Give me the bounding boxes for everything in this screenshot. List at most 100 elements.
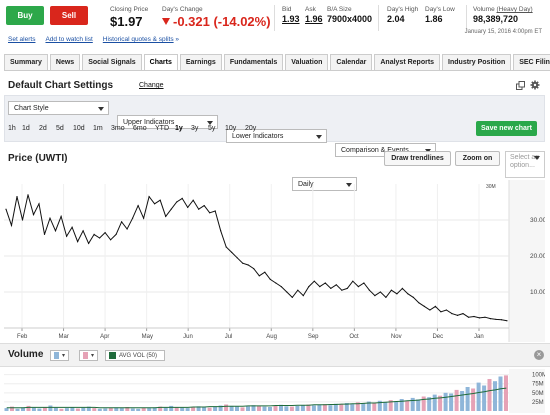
price-point (374, 295, 376, 297)
tab-valuation[interactable]: Valuation (285, 54, 329, 71)
volume-bar (410, 397, 415, 411)
price-point (209, 212, 211, 214)
zoom-on-button[interactable]: Zoom on (455, 151, 500, 166)
range-5d[interactable]: 5d (56, 125, 73, 132)
tab-sec-filings[interactable]: SEC Filings (513, 54, 550, 71)
x-tick-label: Apr (100, 334, 109, 340)
x-tick-label: Mar (59, 334, 69, 340)
price-point (88, 242, 90, 244)
range-10d[interactable]: 10d (73, 125, 93, 132)
price-point (418, 302, 420, 304)
tab-calendar[interactable]: Calendar (330, 54, 373, 71)
range-1y[interactable]: 1y (175, 125, 191, 132)
price-point (456, 314, 459, 316)
volume-bar (405, 400, 410, 411)
bid-value[interactable]: 1.93 (282, 14, 300, 24)
change-settings-link[interactable]: Change (139, 82, 164, 89)
volume-bar (504, 375, 508, 411)
price-point (220, 230, 222, 232)
historical-quotes-link[interactable]: Historical quotes & splits » (103, 36, 179, 43)
buy-button[interactable]: Buy (6, 6, 44, 25)
range-5y[interactable]: 5y (208, 125, 225, 132)
chevron-down-icon (98, 107, 104, 111)
chart-settings-title: Default Chart Settings (8, 80, 114, 91)
tab-social-signals[interactable]: Social Signals (82, 54, 142, 71)
volume-up-legend[interactable]: ▾ (50, 350, 69, 361)
ask-value[interactable]: 1.96 (305, 14, 323, 24)
x-tick-label: Nov (391, 334, 402, 340)
price-point (247, 264, 249, 266)
price-point (214, 210, 216, 212)
x-tick-label: Sep (308, 334, 319, 340)
tab-industry-position[interactable]: Industry Position (442, 54, 512, 71)
add-to-watchlist-link[interactable]: Add to watch list (45, 36, 92, 43)
price-point (280, 286, 282, 288)
volume-panel-title: Volume (8, 349, 44, 360)
tab-earnings[interactable]: Earnings (179, 54, 222, 71)
volume-bar (185, 408, 190, 411)
range-20y[interactable]: 20y (245, 125, 265, 132)
volume-bar (246, 406, 250, 411)
range-3y[interactable]: 3y (191, 125, 208, 132)
range-10y[interactable]: 10y (225, 125, 245, 132)
range-ytd[interactable]: YTD (155, 125, 175, 132)
avg-volume-label: AVG VOL (50) (119, 352, 158, 359)
x-tick-label: Dec (432, 334, 443, 340)
popout-icon[interactable] (516, 81, 525, 90)
price-chart[interactable]: 10.00 20.00 30.00 30M Feb Mar Apr May Jun Jul Aug S… (4, 180, 545, 342)
volume-bar (498, 376, 503, 411)
sell-button[interactable]: Sell (50, 6, 88, 25)
ba-size-value: 7900x4000 (327, 14, 373, 24)
price-point (489, 318, 492, 320)
tab-summary[interactable]: Summary (4, 54, 48, 71)
lower-indicators-label: Lower Indicators (232, 132, 284, 140)
volume-y-tick-label: 50M (532, 391, 544, 397)
tab-charts[interactable]: Charts (143, 54, 178, 71)
price-point (99, 237, 101, 239)
down-arrow-icon (162, 18, 170, 25)
price-point (148, 196, 150, 198)
range-3mo[interactable]: 3mo (111, 125, 133, 132)
volume-down-legend[interactable]: ▾ (79, 350, 98, 361)
avg-volume-legend[interactable]: AVG VOL (50) (105, 350, 165, 361)
chart-style-label: Chart Style (14, 104, 49, 112)
bid-label: Bid (282, 6, 292, 13)
y-axis-area (509, 180, 545, 342)
price-point (313, 280, 315, 282)
range-1d[interactable]: 1d (22, 125, 39, 132)
volume-bar (191, 407, 196, 411)
tab-fundamentals[interactable]: Fundamentals (223, 54, 284, 71)
days-change-value: -0.321 (-14.02%) (162, 14, 271, 29)
range-1m[interactable]: 1m (93, 125, 111, 132)
tab-analyst-reports[interactable]: Analyst Reports (374, 54, 441, 71)
price-point (423, 305, 425, 307)
volume-y-tick-label: 100M (532, 373, 545, 379)
price-point (352, 280, 354, 282)
volume-chart[interactable]: 100M 75M 50M 25M (4, 369, 545, 413)
gear-icon[interactable] (530, 80, 540, 90)
volume-bar (383, 401, 388, 411)
set-alerts-link[interactable]: Set alerts (8, 36, 35, 43)
price-point (137, 205, 139, 207)
volume-bar (487, 379, 492, 411)
range-1h[interactable]: 1h (8, 125, 22, 132)
price-point (341, 289, 343, 291)
volume-bar (26, 405, 31, 411)
volume-bar (97, 408, 102, 411)
draw-trendlines-button[interactable]: Draw trendlines (384, 151, 451, 166)
save-new-chart-button[interactable]: Save new chart (476, 121, 537, 136)
tab-bar-divider (4, 70, 546, 71)
range-2d[interactable]: 2d (39, 125, 56, 132)
volume-value: 98,389,720 (473, 14, 519, 24)
close-icon[interactable]: × (534, 350, 544, 360)
chart-style-dropdown[interactable]: Chart Style (8, 101, 109, 115)
price-line (5, 194, 508, 322)
price-point (5, 208, 7, 210)
chevron-down-icon (534, 156, 540, 160)
ba-size-label: B/A Size (327, 6, 352, 13)
price-panel-title: Price (UWTI) (8, 153, 68, 164)
price-point (170, 208, 172, 210)
tab-news[interactable]: News (49, 54, 81, 71)
range-6mo[interactable]: 6mo (133, 125, 155, 132)
volume-bar (454, 389, 459, 411)
